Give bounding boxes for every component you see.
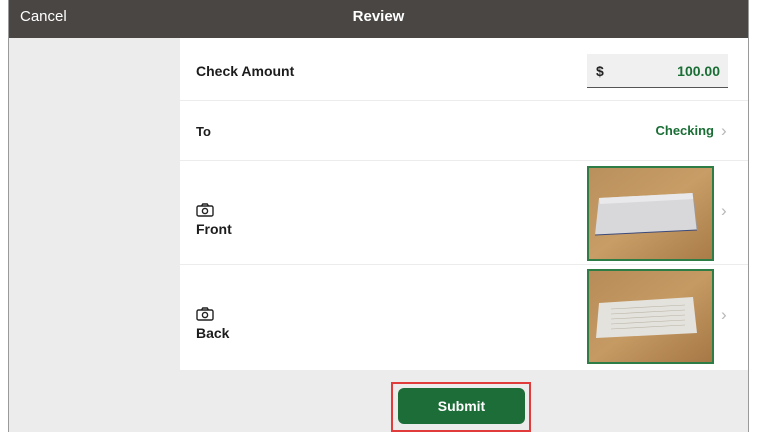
to-label: To — [196, 124, 211, 139]
front-check-thumbnail[interactable] — [587, 166, 714, 261]
back-image-row: Back › — [180, 265, 748, 370]
back-label: Back — [196, 325, 230, 341]
submit-button[interactable]: Submit — [398, 388, 525, 424]
to-account-value: Checking — [655, 123, 714, 138]
window-frame-right — [748, 0, 757, 432]
check-amount-field[interactable]: $ 100.00 — [587, 54, 728, 88]
review-form: Check Amount $ 100.00 To Checking › Fron… — [180, 38, 748, 432]
front-image-row: Front › — [180, 161, 748, 265]
back-check-image — [589, 271, 712, 362]
page-title: Review — [352, 8, 405, 25]
back-check-thumbnail[interactable] — [587, 269, 714, 364]
check-amount-label: Check Amount — [196, 63, 295, 79]
front-check-image — [589, 168, 712, 259]
front-label: Front — [196, 221, 232, 237]
navigation-bar: Cancel Review — [9, 0, 748, 38]
camera-icon — [196, 203, 214, 217]
chevron-right-icon: › — [721, 201, 727, 220]
to-account-row[interactable]: To Checking › — [180, 101, 748, 161]
chevron-right-icon: › — [721, 305, 727, 324]
form-footer: Submit — [180, 370, 748, 432]
camera-icon — [196, 307, 214, 321]
check-amount-row: Check Amount $ 100.00 — [180, 38, 748, 101]
side-panel — [9, 38, 180, 432]
window-frame-left — [0, 0, 9, 432]
currency-symbol: $ — [596, 63, 604, 79]
check-amount-value: 100.00 — [677, 63, 720, 79]
chevron-right-icon: › — [721, 121, 727, 140]
